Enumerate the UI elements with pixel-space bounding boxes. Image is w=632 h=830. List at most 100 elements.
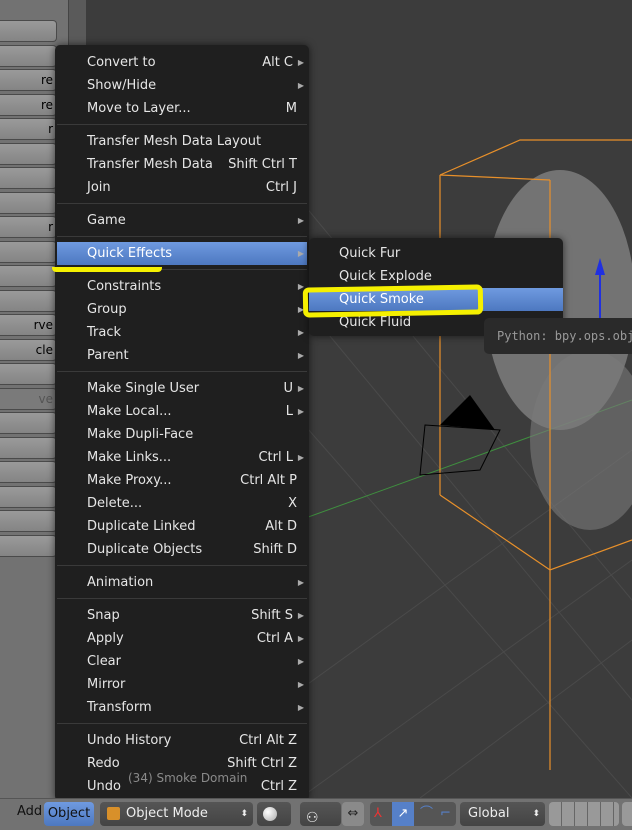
menu-item[interactable]: Snap Shift S ▶ xyxy=(57,604,307,627)
menu-item[interactable]: Convert to Alt C ▶ xyxy=(57,51,307,74)
tool-shelf-button[interactable]: re xyxy=(0,69,57,91)
menu-item[interactable]: Clear ▶ xyxy=(57,650,307,673)
menu-item-label: Constraints xyxy=(87,279,162,294)
menu-item[interactable]: Game ▶ xyxy=(57,209,307,232)
submenu-arrow-icon: ▶ xyxy=(297,634,304,643)
menu-item-label: Show/Hide xyxy=(87,78,157,93)
shading-dropdown[interactable] xyxy=(257,802,291,826)
tool-shelf-button[interactable] xyxy=(0,436,57,459)
tool-shelf-button[interactable] xyxy=(0,289,57,312)
menu-item-label: Snap xyxy=(87,608,120,623)
menu-item[interactable]: Delete... X xyxy=(57,492,307,515)
menu-item[interactable]: Show/Hide ▶ xyxy=(57,74,307,97)
tool-shelf-button[interactable] xyxy=(0,363,57,385)
submenu-arrow-icon: ▶ xyxy=(297,216,304,225)
tool-shelf-button[interactable]: r xyxy=(0,118,57,140)
submenu-arrow-icon: ▶ xyxy=(297,328,304,337)
scale-icon[interactable]: ⌐ xyxy=(440,802,451,826)
tool-shelf-button[interactable]: rve xyxy=(0,314,57,336)
menu-item-label: Game xyxy=(87,213,126,228)
menu-item-shortcut: X xyxy=(288,496,297,511)
pivot-dropdown[interactable]: ⚇ xyxy=(300,802,341,826)
menu-item[interactable]: Undo History Ctrl Alt Z xyxy=(57,729,307,752)
submenu-arrow-icon: ▶ xyxy=(297,657,304,666)
tool-shelf-button[interactable] xyxy=(0,191,57,214)
tool-shelf-button[interactable]: cle xyxy=(0,338,57,361)
proportional-edit-button[interactable]: ⇔ xyxy=(342,802,364,826)
tool-shelf-button[interactable] xyxy=(0,265,57,287)
menu-item[interactable]: Parent ▶ xyxy=(57,344,307,367)
menu-item-label: Track xyxy=(87,325,122,340)
viewport-header: Add Object Object Mode ⬍ ⚇ ⇔ ⅄ ↗ ⌒ ⌐ Glob… xyxy=(0,798,632,830)
tool-shelf-button[interactable]: r xyxy=(0,216,57,238)
tooltip: Python: bpy.ops.obje xyxy=(484,318,632,354)
manipulator-toggle-icon[interactable]: ⅄ xyxy=(374,802,382,826)
menu-item[interactable]: Move to Layer... M xyxy=(57,97,307,120)
submenu-arrow-icon: ▶ xyxy=(297,351,304,360)
menu-item-label: Move to Layer... xyxy=(87,101,191,116)
menu-item[interactable]: Animation ▶ xyxy=(57,571,307,594)
menu-item-shortcut: Shift S xyxy=(251,608,293,623)
menu-separator xyxy=(57,269,307,270)
menu-item[interactable]: Mirror ▶ xyxy=(57,673,307,696)
menu-item-label: Apply xyxy=(87,631,124,646)
menu-item-label: Delete... xyxy=(87,496,143,511)
submenu-arrow-icon: ▶ xyxy=(297,703,304,712)
menu-item-label: Group xyxy=(87,302,127,317)
menu-item[interactable]: Quick Effects ▶ xyxy=(57,242,307,265)
tool-shelf-button[interactable] xyxy=(0,534,57,557)
menu-item[interactable]: Duplicate Linked Alt D xyxy=(57,515,307,538)
menu-item[interactable]: Make Dupli-Face xyxy=(57,423,307,446)
tool-shelf-button[interactable] xyxy=(0,20,57,42)
submenu-arrow-icon: ▶ xyxy=(297,453,304,462)
tool-shelf-button[interactable] xyxy=(0,167,57,189)
menu-item[interactable]: Make Proxy... Ctrl Alt P xyxy=(57,469,307,492)
menu-separator xyxy=(57,203,307,204)
add-menu[interactable]: Add xyxy=(17,804,42,819)
layer-buttons[interactable] xyxy=(549,802,619,826)
layer-buttons-2[interactable] xyxy=(622,802,632,826)
menu-item[interactable]: Track ▶ xyxy=(57,321,307,344)
orientation-dropdown[interactable]: Global ⬍ xyxy=(460,802,545,826)
scene-info-label: (34) Smoke Domain xyxy=(128,771,248,785)
menu-item[interactable]: Duplicate Objects Shift D xyxy=(57,538,307,561)
tool-shelf-button[interactable]: ve xyxy=(0,387,57,410)
menu-item[interactable]: Apply Ctrl A ▶ xyxy=(57,627,307,650)
submenu-item[interactable]: Quick Fur xyxy=(309,242,563,265)
tool-shelf-button[interactable] xyxy=(0,461,57,483)
menu-item-label: Animation xyxy=(87,575,154,590)
tool-shelf-button[interactable] xyxy=(0,142,57,165)
menu-item-label: Mirror xyxy=(87,677,126,692)
mode-dropdown[interactable]: Object Mode ⬍ xyxy=(100,802,253,826)
submenu-arrow-icon: ▶ xyxy=(297,305,304,314)
tool-shelf-button[interactable] xyxy=(0,240,57,263)
menu-item[interactable]: Group ▶ xyxy=(57,298,307,321)
object-menu: Convert to Alt C ▶ Show/Hide ▶ Move to Layer.… xyxy=(55,45,309,801)
menu-item[interactable]: Make Single User U ▶ xyxy=(57,377,307,400)
menu-item[interactable]: Make Local... L ▶ xyxy=(57,400,307,423)
tool-shelf-button[interactable] xyxy=(0,44,57,67)
menu-item[interactable]: Transform ▶ xyxy=(57,696,307,719)
submenu-arrow-icon: ▶ xyxy=(297,680,304,689)
menu-item-label: Join xyxy=(87,180,111,195)
menu-item-label: Transfer Mesh Data xyxy=(87,157,213,172)
tool-shelf-button[interactable] xyxy=(0,412,57,434)
menu-item-label: Make Proxy... xyxy=(87,473,172,488)
menu-item-shortcut: Alt D xyxy=(265,519,297,534)
cube-icon xyxy=(107,807,120,820)
menu-item[interactable]: Join Ctrl J xyxy=(57,176,307,199)
tool-shelf-button[interactable] xyxy=(0,485,57,508)
menu-item-shortcut: Ctrl L xyxy=(258,450,293,465)
menu-item[interactable]: Make Links... Ctrl L ▶ xyxy=(57,446,307,469)
menu-item-label: Clear xyxy=(87,654,121,669)
menu-item[interactable]: Transfer Mesh Data Shift Ctrl T xyxy=(57,153,307,176)
submenu-item[interactable]: Quick Smoke xyxy=(309,288,563,311)
translate-icon[interactable]: ↗ xyxy=(392,802,414,826)
menu-item[interactable]: Constraints ▶ xyxy=(57,275,307,298)
tool-shelf-button[interactable]: re xyxy=(0,93,57,116)
object-menu-button[interactable]: Object xyxy=(44,802,94,826)
tool-shelf-button[interactable] xyxy=(0,510,57,532)
submenu-item[interactable]: Quick Explode xyxy=(309,265,563,288)
menu-item[interactable]: Transfer Mesh Data Layout xyxy=(57,130,307,153)
rotate-icon[interactable]: ⌒ xyxy=(420,802,433,826)
